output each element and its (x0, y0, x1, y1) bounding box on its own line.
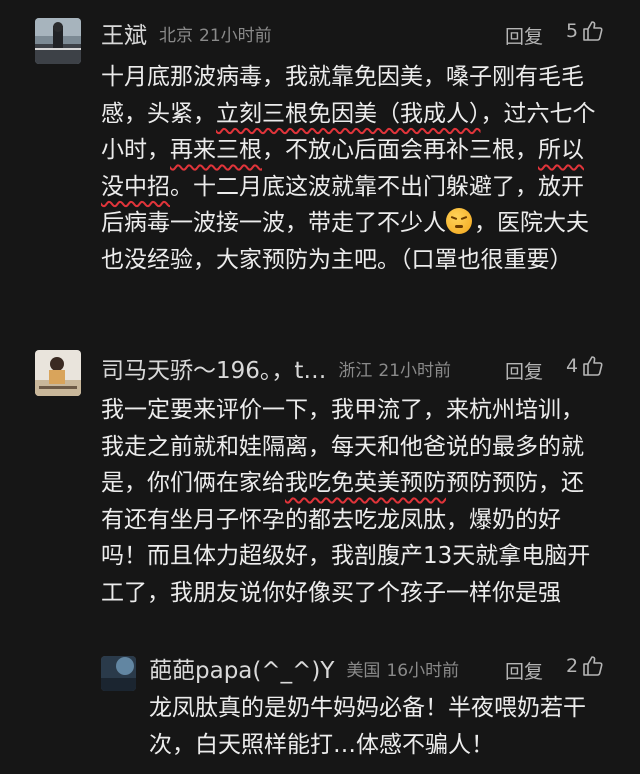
highlighted-text: 再来三根 (170, 137, 262, 163)
comment-text: 龙凤肽真的是奶牛妈妈必备！半夜喂奶若干次，白天照样能打…体感不骗人！ (149, 695, 586, 758)
location: 浙江 (338, 360, 373, 381)
text-segment: ，不放心后面会再补三根， (262, 137, 538, 163)
comment-meta: 王斌 北京 21小时前 (101, 13, 272, 53)
comment-meta: 司马天骄～196。，t… 浙江 21小时前 (101, 348, 451, 388)
like-count: 5 (566, 20, 579, 42)
timestamp: 21小时前 (378, 360, 452, 381)
avatar[interactable] (35, 350, 81, 396)
reply-button[interactable]: 回复 (505, 657, 543, 684)
avatar[interactable] (101, 656, 136, 691)
avatar-photo-icon (101, 656, 136, 691)
timestamp: 21小时前 (199, 25, 272, 46)
comment-text: 我一定要来评价一下，我甲流了，来杭州培训，我走之前就和娃隔离，每天和他爸说的最多… (101, 392, 597, 611)
username[interactable]: 司马天骄～196。，t… (101, 351, 326, 385)
thumbs-up-icon (583, 656, 603, 676)
avatar-photo-icon (35, 18, 81, 64)
location: 美国 (346, 660, 381, 681)
location: 北京 (159, 25, 193, 46)
like-count: 4 (566, 355, 579, 377)
avatar-photo-icon (35, 350, 81, 396)
like-button[interactable]: 5 (566, 20, 604, 42)
reply-button[interactable]: 回复 (505, 22, 543, 49)
highlighted-text: 我吃免英美预防 (285, 470, 446, 496)
like-count: 2 (566, 655, 579, 677)
comment-meta: 葩葩papa(^_^)Y 美国 16小时前 (149, 648, 459, 688)
comment-text: 十月底那波病毒，我就靠免因美，嗓子刚有毛毛感，头紧，立刻三根免因美（我成人），过… (101, 59, 597, 278)
highlighted-text: 立刻三根免因美（我成人） (216, 100, 481, 127)
avatar[interactable] (35, 18, 81, 64)
username[interactable]: 王斌 (101, 16, 147, 50)
thumbs-up-icon (583, 356, 603, 376)
timestamp: 16小时前 (386, 660, 460, 681)
like-button[interactable]: 2 (566, 655, 604, 677)
thumbs-up-icon (583, 21, 603, 41)
tired-face-emoji-icon (446, 208, 472, 234)
reply-button[interactable]: 回复 (505, 357, 543, 384)
username[interactable]: 葩葩papa(^_^)Y (149, 651, 334, 685)
like-button[interactable]: 4 (566, 355, 604, 377)
